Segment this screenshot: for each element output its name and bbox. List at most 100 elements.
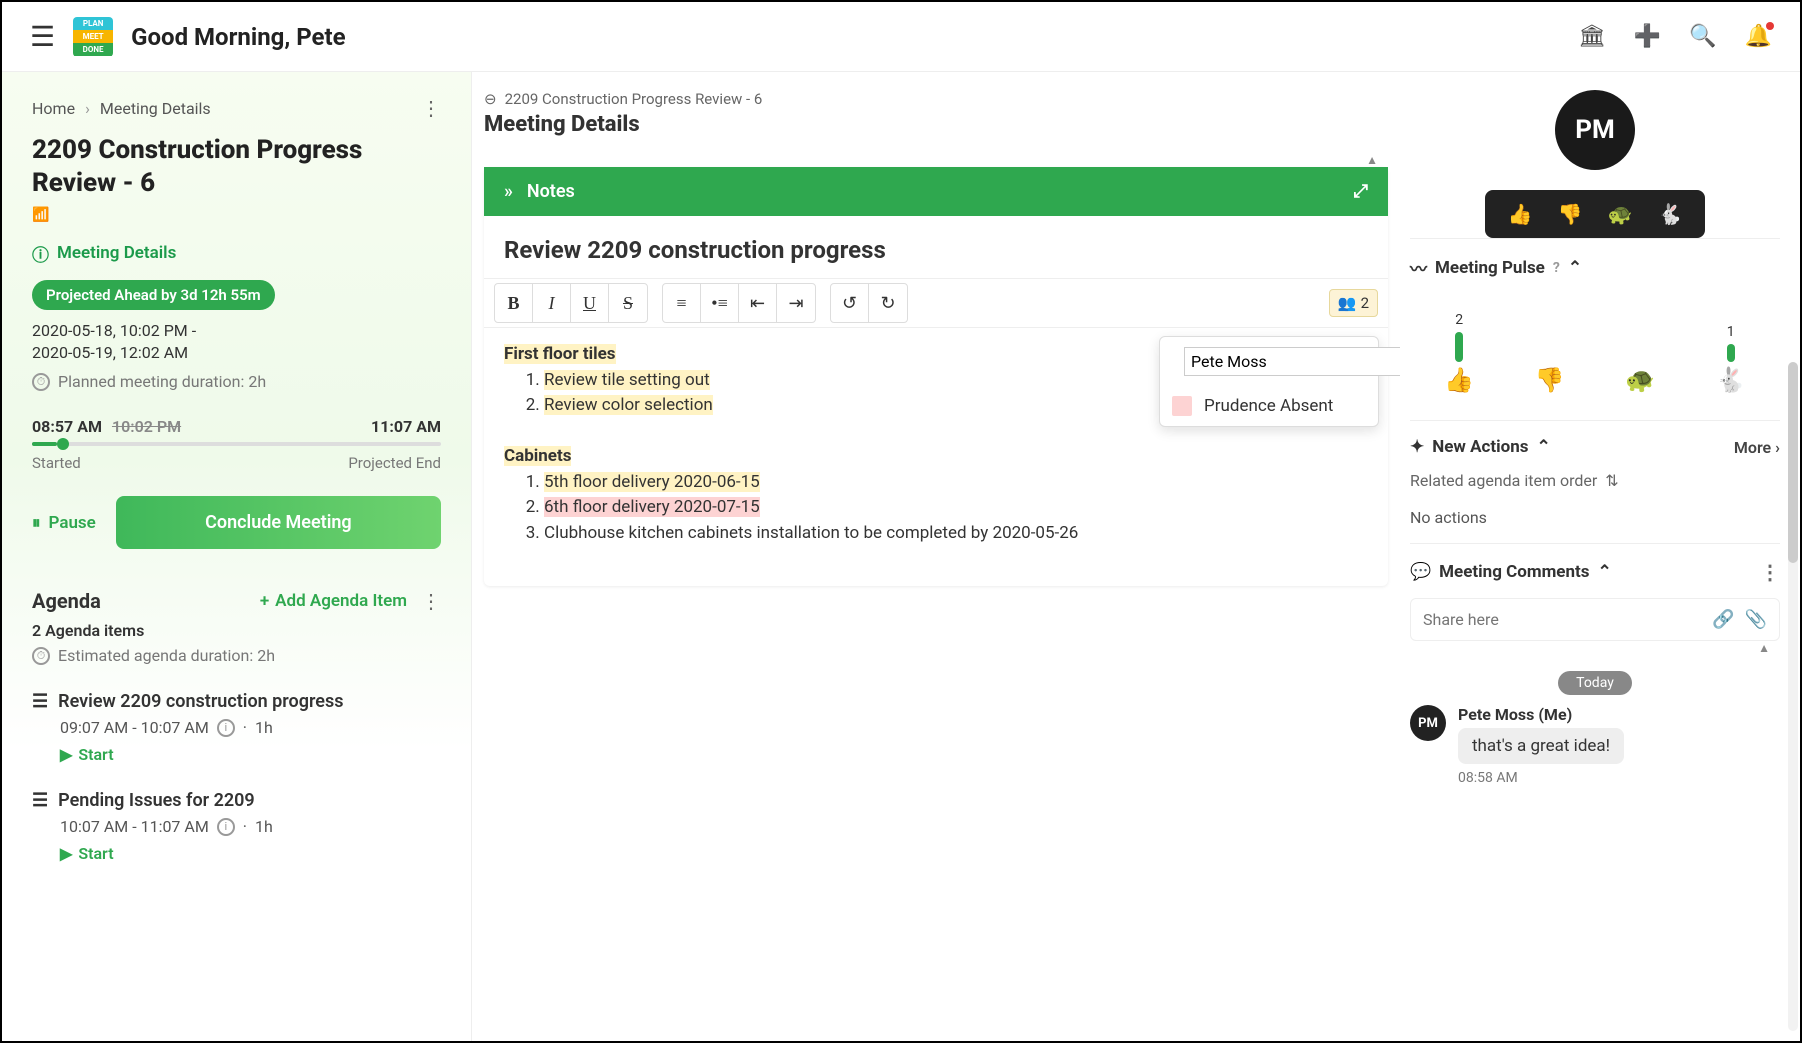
scroll-up-icon[interactable]: ▲ [1410,641,1780,655]
agenda-item[interactable]: ☰Review 2209 construction progress 09:07… [32,691,441,764]
pulse-emoji: 👎 [1535,366,1565,394]
redo-button[interactable]: ↻ [869,284,907,322]
pulse-column: 2 👍 [1444,312,1474,394]
notes-heading: Cabinets [504,446,571,466]
play-icon: ▶ [60,844,72,863]
comment-input[interactable] [1423,610,1702,629]
main-breadcrumb-text[interactable]: 2209 Construction Progress Review - 6 [505,90,763,108]
help-icon[interactable]: ? [1553,260,1560,276]
agenda-start-button[interactable]: ▶Start [60,844,441,863]
link-icon[interactable]: 🔗 [1712,609,1734,630]
thumbs-up-icon[interactable]: 👍 [1508,202,1533,226]
app-logo: PLAN MEET DONE [73,17,113,57]
pulse-count: 2 [1455,312,1463,328]
breadcrumb-home[interactable]: Home [32,99,75,118]
comment-input-row: 🔗 📎 [1410,598,1780,641]
notes-line: 5th floor delivery 2020-06-15 [544,472,760,492]
add-agenda-button[interactable]: + Add Agenda Item [260,591,407,611]
timeline-struck: 10:02 PM [112,417,181,436]
unordered-list-button[interactable]: •≡ [701,284,739,322]
indent-button[interactable]: ⇥ [777,284,815,322]
info-icon: ⓘ [32,241,49,266]
notifications-icon[interactable]: 🔔 [1745,24,1772,49]
compress-icon[interactable]: ⤢ [1354,181,1368,202]
agenda-item-title: Pending Issues for 2209 [58,790,255,811]
agenda-start-label: Start [78,745,113,764]
timeline-track[interactable] [32,442,441,446]
presence-button[interactable]: 👥 2 Prudence Absent [1329,289,1378,317]
outdent-button[interactable]: ⇤ [739,284,777,322]
add-icon[interactable]: ➕ [1634,24,1661,49]
comment-avatar: PM [1410,705,1446,741]
info-icon: i [217,818,235,836]
notes-heading: First floor tiles [504,344,616,364]
actions-sort-label: Related agenda item order [1410,471,1597,490]
projected-badge: Projected Ahead by 3d 12h 55m [32,280,275,310]
turtle-icon[interactable]: 🐢 [1608,202,1633,226]
timeline-labels: Started Projected End [32,454,441,472]
right-sidebar: PM 👍 👎 🐢 🐇 〰 Meeting Pulse ? ⌃ 2 [1400,72,1800,1041]
rabbit-icon[interactable]: 🐇 [1658,202,1683,226]
chevron-up-icon[interactable]: ⌃ [1598,562,1612,582]
notes-line: Review color selection [544,395,713,415]
strike-button[interactable]: S [609,284,647,322]
menu-icon[interactable]: ☰ [30,20,55,53]
meeting-details-link[interactable]: ⓘ Meeting Details [32,241,441,266]
thumbs-down-icon[interactable]: 👎 [1558,202,1583,226]
comment-item: PM Pete Moss (Me) that's a great idea! 0… [1410,705,1780,786]
greeting-text: Good Morning, Pete [131,23,345,51]
timeline-handle[interactable] [57,438,69,450]
sidebar-kebab-icon[interactable]: ⋮ [421,96,441,120]
meeting-title-text: 2209 Construction Progress Review - 6 [32,134,441,199]
more-link[interactable]: More› [1734,438,1780,457]
presence-user-row[interactable] [1160,337,1378,386]
list-icon: ☰ [32,790,48,811]
italic-button[interactable]: I [533,284,571,322]
ordered-list-button[interactable]: ≡ [663,284,701,322]
presence-name-input[interactable] [1184,347,1400,376]
attach-icon[interactable]: 📎 [1745,609,1767,630]
breadcrumb-current[interactable]: Meeting Details [100,99,211,118]
scrollbar[interactable] [1788,362,1798,1031]
chevron-up-icon[interactable]: ⌃ [1568,258,1582,278]
scrollbar-thumb[interactable] [1788,362,1798,563]
search-icon[interactable]: 🔍 [1689,24,1716,49]
notes-header[interactable]: » Notes ⤢ [484,167,1388,216]
comments-heading: Meeting Comments [1439,562,1589,582]
comments-kebab-icon[interactable]: ⋮ [1760,560,1780,584]
comments-icon: 💬 [1410,562,1431,582]
date-line: 2020-05-19, 12:02 AM [32,342,441,364]
agenda-heading: Agenda [32,589,101,613]
conclude-meeting-button[interactable]: Conclude Meeting [116,496,441,549]
pulse-chart: 2 👍 👎 🐢 1 [1410,294,1780,404]
page-title: Meeting Details [484,112,1388,137]
org-icon[interactable]: 🏛 [1578,24,1606,49]
agenda-kebab-icon[interactable]: ⋮ [421,589,441,613]
underline-button[interactable]: U [571,284,609,322]
editor-toolbar: B I U S ≡ •≡ ⇤ ⇥ ↺ ↻ [484,278,1388,328]
actions-sort[interactable]: Related agenda item order ⇅ [1410,471,1780,490]
timeline-fill [32,442,57,446]
chevron-up-icon[interactable]: ⌃ [1537,437,1551,457]
bold-button[interactable]: B [495,284,533,322]
presence-user-row[interactable]: Prudence Absent [1160,386,1378,426]
notification-dot [1766,22,1774,30]
pulse-bar [1455,332,1463,362]
comment-time: 08:58 AM [1458,770,1624,786]
list-icon: ☰ [32,691,48,712]
sparkle-icon: ✦ [1410,437,1424,457]
timeline-start-label: Started [32,454,81,472]
planned-duration-text: Planned meeting duration: 2h [58,372,266,391]
main-breadcrumb: ⊖ 2209 Construction Progress Review - 6 [484,90,1388,108]
agenda-est-duration: ⏱ Estimated agenda duration: 2h [32,646,441,665]
undo-button[interactable]: ↺ [831,284,869,322]
scroll-up-icon[interactable]: ▲ [484,153,1388,167]
notes-line: Review tile setting out [544,370,710,390]
agenda-item[interactable]: ☰Pending Issues for 2209 10:07 AM - 11:0… [32,790,441,863]
info-icon: i [217,719,235,737]
avatar[interactable]: PM [1555,90,1635,170]
agenda-start-button[interactable]: ▶Start [60,745,441,764]
pulse-column: 👎 [1535,358,1565,394]
circle-icon: ⊖ [484,90,497,108]
pause-button[interactable]: ⏸ Pause [32,513,96,533]
